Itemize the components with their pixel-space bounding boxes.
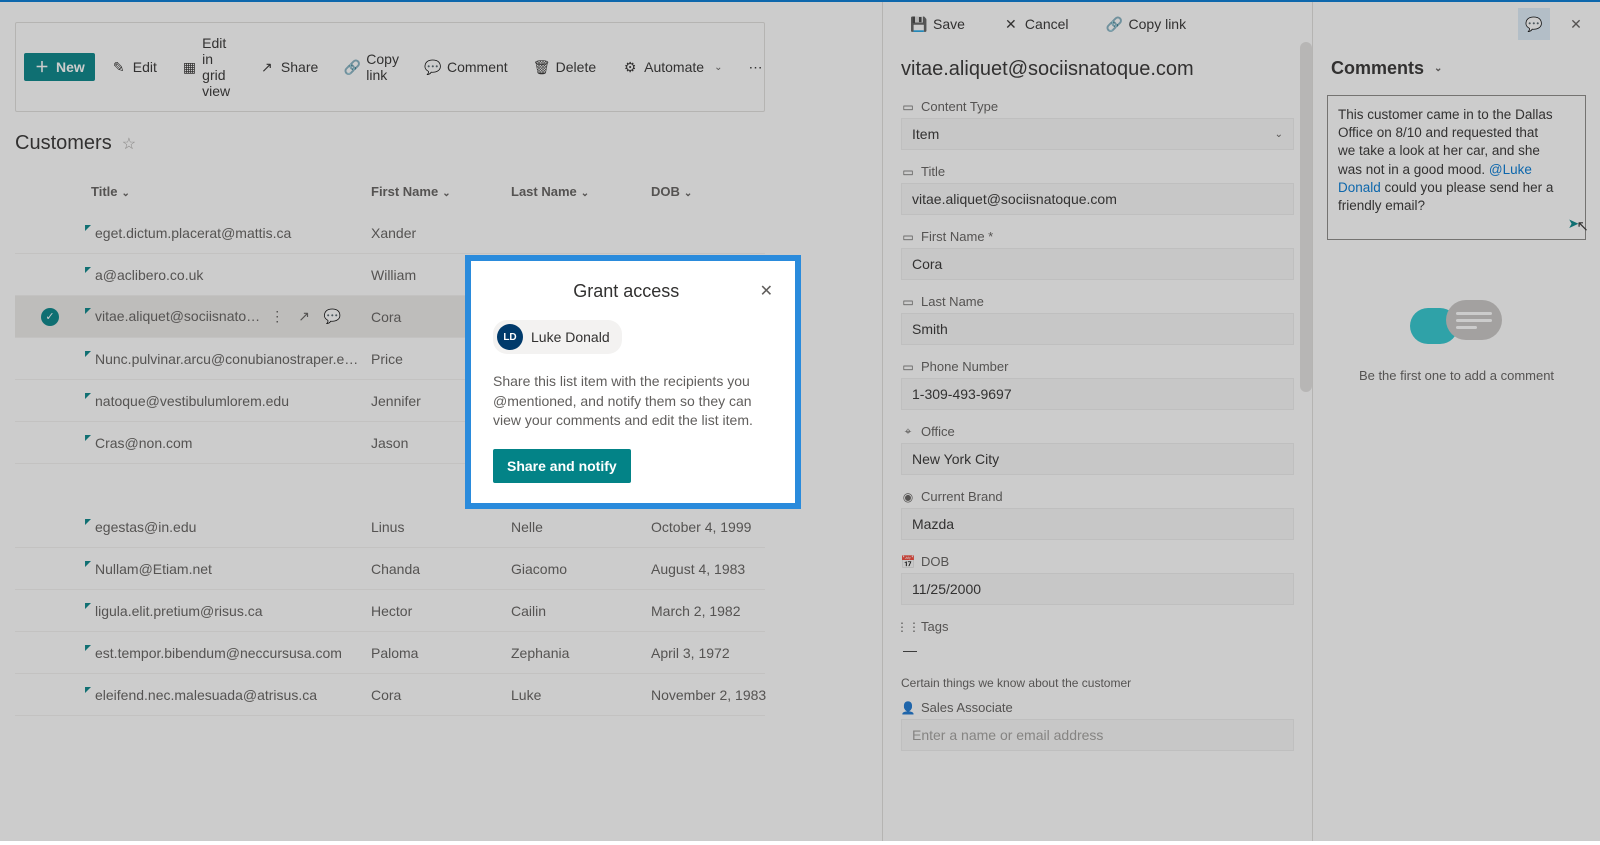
recipient-chip[interactable]: LD Luke Donald: [493, 320, 622, 354]
share-and-notify-button[interactable]: Share and notify: [493, 449, 631, 483]
grant-access-dialog: Grant access ✕ LD Luke Donald Share this…: [471, 261, 795, 503]
dialog-body: Share this list item with the recipients…: [493, 372, 773, 431]
dialog-close-icon[interactable]: ✕: [760, 281, 773, 301]
grant-access-highlight: Grant access ✕ LD Luke Donald Share this…: [465, 255, 801, 509]
dialog-title: Grant access: [493, 281, 760, 302]
avatar: LD: [497, 324, 523, 350]
